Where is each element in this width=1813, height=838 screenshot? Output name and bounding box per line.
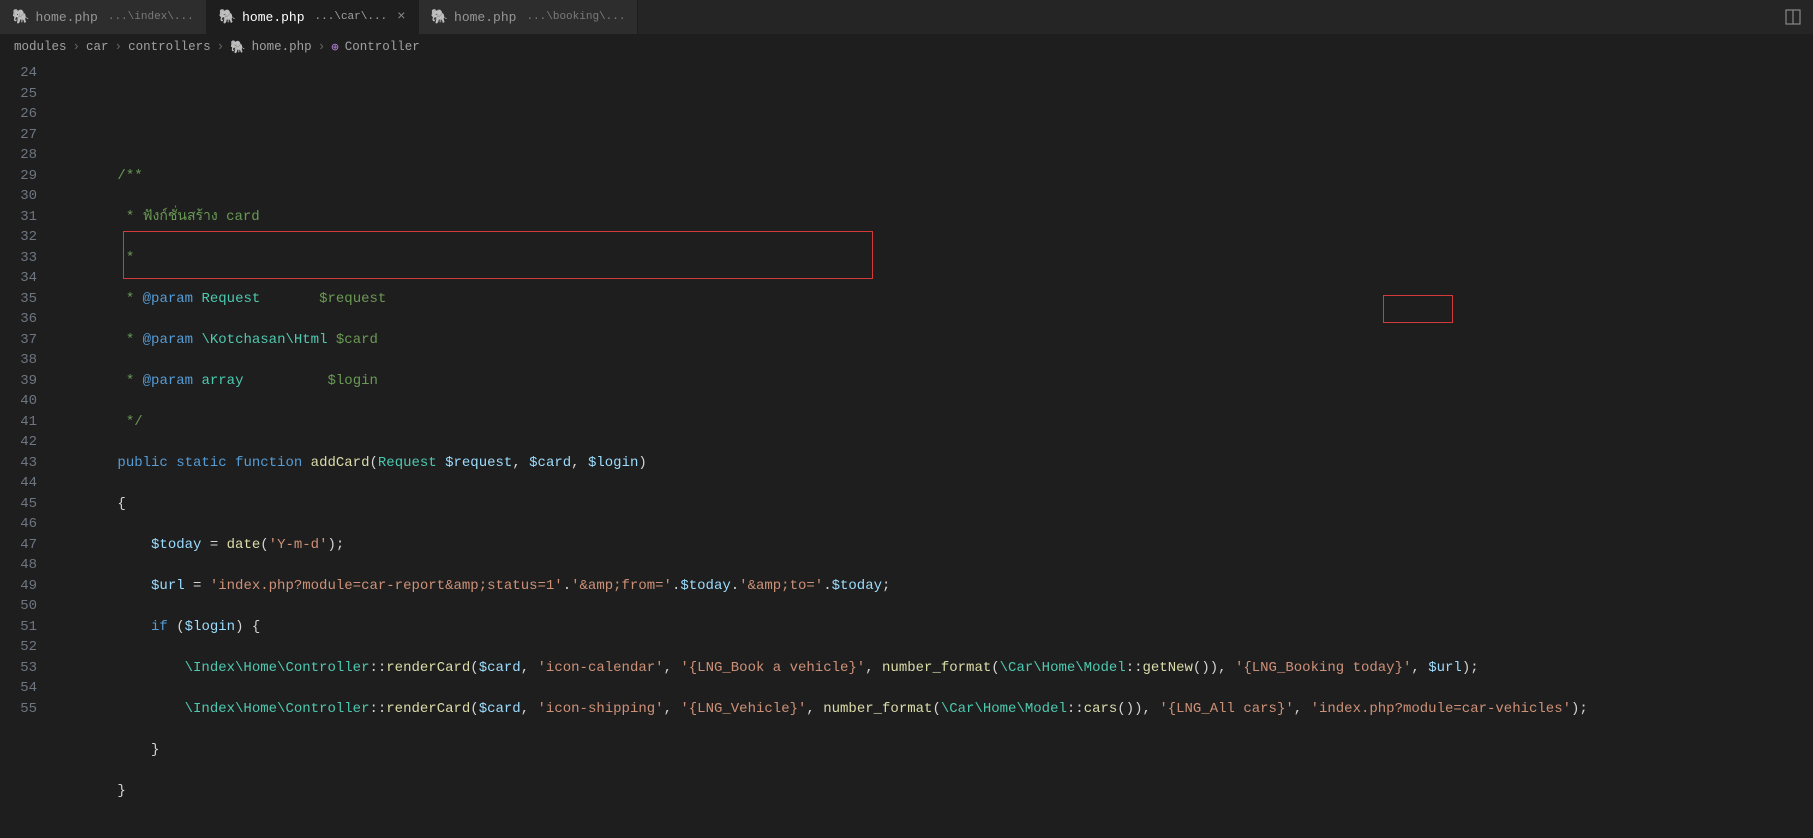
code-area[interactable]: /** * ฟังก์ชั่นสร้าง card * * @param Req… (55, 59, 1813, 838)
tab-car[interactable]: 🐘 home.php ...\car\... × (207, 0, 419, 34)
code-line[interactable]: if ($login) { (55, 617, 1813, 638)
php-icon: 🐘 (431, 9, 448, 26)
crumb[interactable]: modules (14, 40, 67, 54)
chevron-right-icon: › (318, 40, 326, 54)
crumb[interactable]: controllers (128, 40, 211, 54)
code-line[interactable]: * @param Request $request (55, 289, 1813, 310)
chevron-right-icon: › (73, 40, 81, 54)
chevron-right-icon: › (115, 40, 123, 54)
php-icon: 🐘 (230, 40, 246, 55)
code-line[interactable]: $url = 'index.php?module=car-report&amp;… (55, 576, 1813, 597)
close-icon[interactable]: × (397, 9, 405, 25)
tab-label: home.php (454, 10, 516, 25)
tab-bar: 🐘 home.php ...\index\... 🐘 home.php ...\… (0, 0, 1813, 35)
code-line[interactable]: * ฟังก์ชั่นสร้าง card (55, 207, 1813, 228)
tab-path: ...\car\... (315, 11, 388, 23)
breadcrumb[interactable]: modules › car › controllers › 🐘 home.php › ⊕… (0, 35, 1813, 59)
tab-label: home.php (35, 10, 97, 25)
code-line[interactable]: * @param \Kotchasan\Html $card (55, 330, 1813, 351)
code-editor[interactable]: 2425262728293031323334353637383940414243… (0, 59, 1813, 838)
code-line[interactable]: \Index\Home\Controller::renderCard($card… (55, 658, 1813, 679)
chevron-right-icon: › (217, 40, 225, 54)
code-line[interactable]: public static function addCard(Request $… (55, 453, 1813, 474)
code-line[interactable]: /** (55, 166, 1813, 187)
code-line[interactable]: * (55, 248, 1813, 269)
code-line[interactable]: $today = date('Y-m-d'); (55, 535, 1813, 556)
code-line[interactable]: } (55, 740, 1813, 761)
class-icon: ⊕ (331, 39, 339, 55)
tab-path: ...\booking\... (526, 11, 625, 23)
tab-index[interactable]: 🐘 home.php ...\index\... (0, 0, 207, 34)
code-line[interactable]: { (55, 494, 1813, 515)
code-line[interactable]: */ (55, 412, 1813, 433)
line-gutter: 2425262728293031323334353637383940414243… (0, 59, 55, 838)
crumb[interactable]: car (86, 40, 109, 54)
tab-path: ...\index\... (108, 11, 194, 23)
code-line[interactable]: } (55, 781, 1813, 802)
code-line[interactable]: \Index\Home\Controller::renderCard($card… (55, 699, 1813, 720)
php-icon: 🐘 (219, 9, 236, 26)
crumb-symbol[interactable]: Controller (345, 40, 420, 54)
tab-fill (638, 0, 1773, 34)
code-line[interactable]: * @param array $login (55, 371, 1813, 392)
php-icon: 🐘 (12, 9, 29, 26)
code-line[interactable] (55, 822, 1813, 838)
split-editor-icon[interactable] (1773, 0, 1813, 34)
tab-label: home.php (242, 10, 304, 25)
crumb-file[interactable]: home.php (252, 40, 312, 54)
tab-booking[interactable]: 🐘 home.php ...\booking\... (419, 0, 639, 34)
